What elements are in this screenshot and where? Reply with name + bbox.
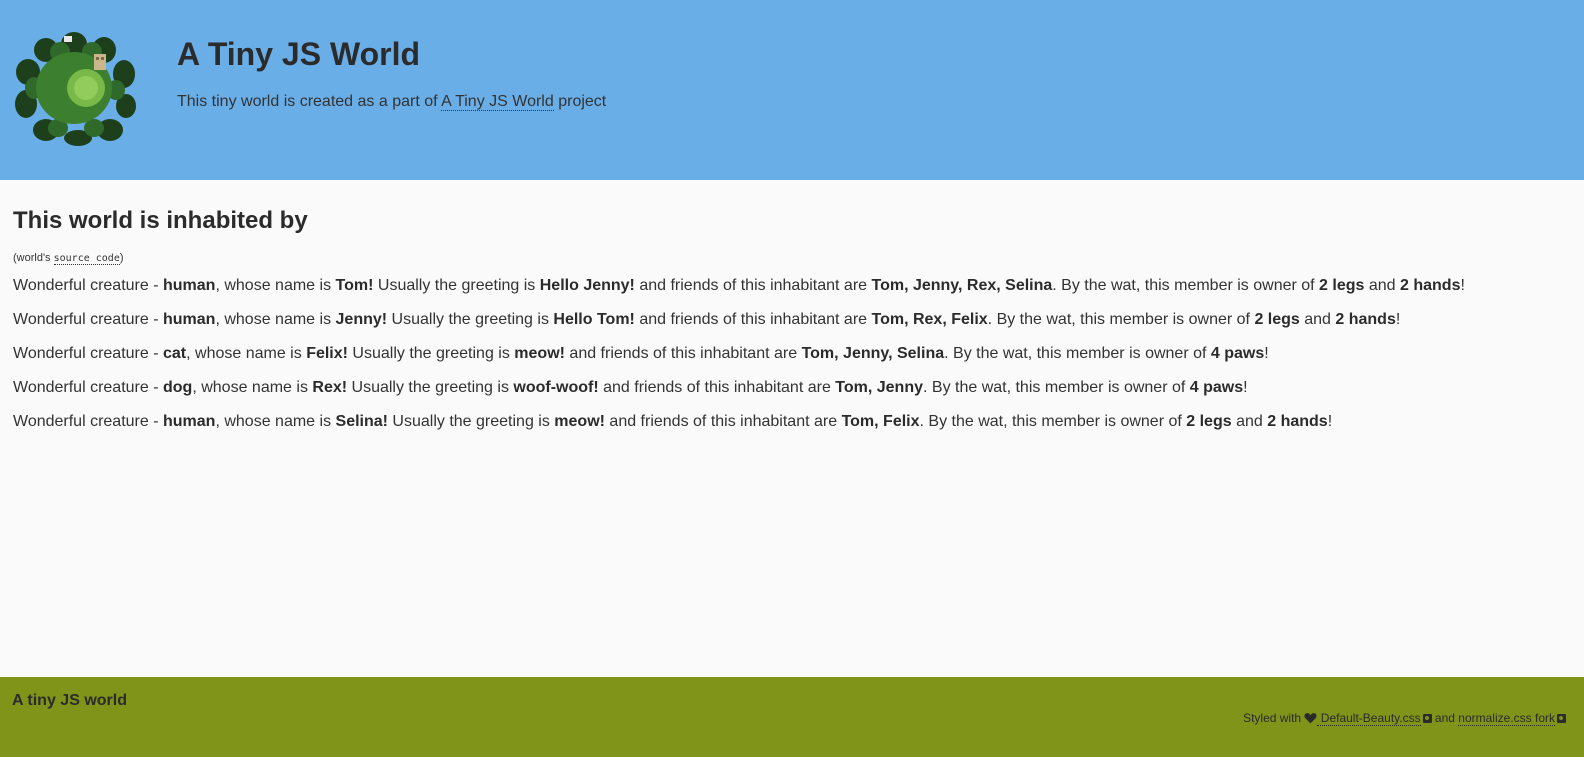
inhabitant-greeting: meow! [514,345,565,362]
inhabitant-name: Rex! [312,379,348,396]
source-suffix: ) [119,252,124,264]
inhabitant-item: Wonderful creature - human, whose name i… [13,412,1573,432]
source-code-link[interactable]: source code [53,252,120,265]
phrase-end: ! [1327,413,1333,430]
inhabitant-greeting: meow! [554,413,605,430]
page-header: A Tiny JS World This tiny world is creat… [0,0,1584,180]
subtitle-prefix: This tiny world is created as a part of [177,93,442,110]
phrase-friends: and friends of this inhabitant are [564,345,802,362]
inhabitant-part: 2 legs [1319,277,1365,294]
phrase-and: and [1364,277,1400,294]
inhabitant-species: human [163,311,216,328]
github-icon[interactable] [1422,714,1432,723]
inhabitants-list: Wonderful creature - human, whose name i… [13,276,1573,432]
source-prefix: (world's [13,252,54,264]
section-title: This world is inhabited by [13,207,308,234]
phrase-owner: . By the wat, this member is owner of [923,379,1190,396]
phrase-friends: and friends of this inhabitant are [634,277,872,294]
site-subtitle: This tiny world is created as a part of … [177,92,606,112]
phrase-name: , whose name is [215,413,336,430]
inhabitant-species: dog [163,379,193,396]
inhabitant-name: Jenny! [335,311,388,328]
phrase-owner: . By the wat, this member is owner of [987,311,1255,328]
inhabitant-friends: Tom, Jenny, Selina [801,345,945,362]
phrase-friends: and friends of this inhabitant are [604,413,842,430]
phrase-greeting: Usually the greeting is [347,345,515,362]
source-code-line: (world's source code) [13,249,1573,268]
site-title: A Tiny JS World [177,36,420,72]
inhabitant-greeting: Hello Jenny! [539,277,635,294]
phrase-friends: and friends of this inhabitant are [598,379,836,396]
phrase-owner: . By the wat, this member is owner of [944,345,1211,362]
phrase-intro: Wonderful creature - [13,345,163,362]
github-icon[interactable] [1557,714,1566,723]
phrase-intro: Wonderful creature - [13,277,163,294]
footer-credits: Styled with Default-Beauty.css and norma… [1243,709,1566,727]
inhabitant-part: 2 hands [1400,277,1461,294]
inhabitant-name: Selina! [335,413,388,430]
phrase-and: and [1231,413,1268,430]
inhabitant-item: Wonderful creature - human, whose name i… [13,310,1573,330]
phrase-end: ! [1264,345,1269,362]
phrase-owner: . By the wat, this member is owner of [1052,277,1320,294]
inhabitant-friends: Tom, Rex, Felix [871,311,988,328]
inhabitant-item: Wonderful creature - human, whose name i… [13,276,1573,296]
inhabitant-species: human [163,413,216,430]
phrase-and: and [1299,311,1336,328]
phrase-intro: Wonderful creature - [13,413,163,430]
inhabitant-friends: Tom, Jenny, Rex, Selina [871,277,1053,294]
inhabitant-part: 4 paws [1210,345,1265,362]
tiny-js-world-link[interactable]: A Tiny JS World [441,93,554,111]
inhabitant-name: Tom! [335,277,374,294]
inhabitant-species: human [163,277,216,294]
inhabitant-item: Wonderful creature - dog, whose name is … [13,378,1573,398]
phrase-name: , whose name is [192,379,313,396]
default-beauty-link[interactable]: Default-Beauty.css [1317,711,1421,726]
phrase-owner: . By the wat, this member is owner of [919,413,1187,430]
inhabitant-friends: Tom, Jenny [835,379,923,396]
phrase-end: ! [1460,277,1465,294]
subtitle-suffix: project [553,93,607,110]
tiny-planet-globe-icon [15,32,136,146]
inhabitant-part: 2 hands [1267,413,1328,430]
phrase-friends: and friends of this inhabitant are [634,311,872,328]
inhabitant-part: 4 paws [1189,379,1244,396]
source-code-text: source code [53,253,120,264]
phrase-greeting: Usually the greeting is [373,277,540,294]
phrase-name: , whose name is [186,345,307,362]
inhabitant-species: cat [163,345,187,362]
inhabitant-friends: Tom, Felix [841,413,920,430]
normalize-fork-link[interactable]: normalize.css fork [1458,711,1555,726]
phrase-end: ! [1395,311,1401,328]
inhabitant-name: Felix! [306,345,348,362]
main-content: This world is inhabited by (world's sour… [13,200,1573,446]
phrase-intro: Wonderful creature - [13,379,163,396]
phrase-name: , whose name is [215,277,336,294]
heart-icon [1304,713,1317,724]
credits-prefix: Styled with [1243,711,1305,725]
inhabitant-greeting: Hello Tom! [553,311,635,328]
inhabitant-greeting: woof-woof! [513,379,599,396]
phrase-greeting: Usually the greeting is [387,413,555,430]
phrase-end: ! [1243,379,1248,396]
phrase-greeting: Usually the greeting is [387,311,554,328]
inhabitant-part: 2 hands [1335,311,1396,328]
inhabitant-part: 2 legs [1254,311,1300,328]
credits-and: and [1431,711,1459,725]
inhabitant-item: Wonderful creature - cat, whose name is … [13,344,1573,364]
inhabitant-part: 2 legs [1186,413,1232,430]
footer-title: A tiny JS world [12,692,127,709]
phrase-name: , whose name is [215,311,336,328]
phrase-greeting: Usually the greeting is [347,379,514,396]
page-footer: A tiny JS world Styled with Default-Beau… [0,677,1584,757]
phrase-intro: Wonderful creature - [13,311,163,328]
